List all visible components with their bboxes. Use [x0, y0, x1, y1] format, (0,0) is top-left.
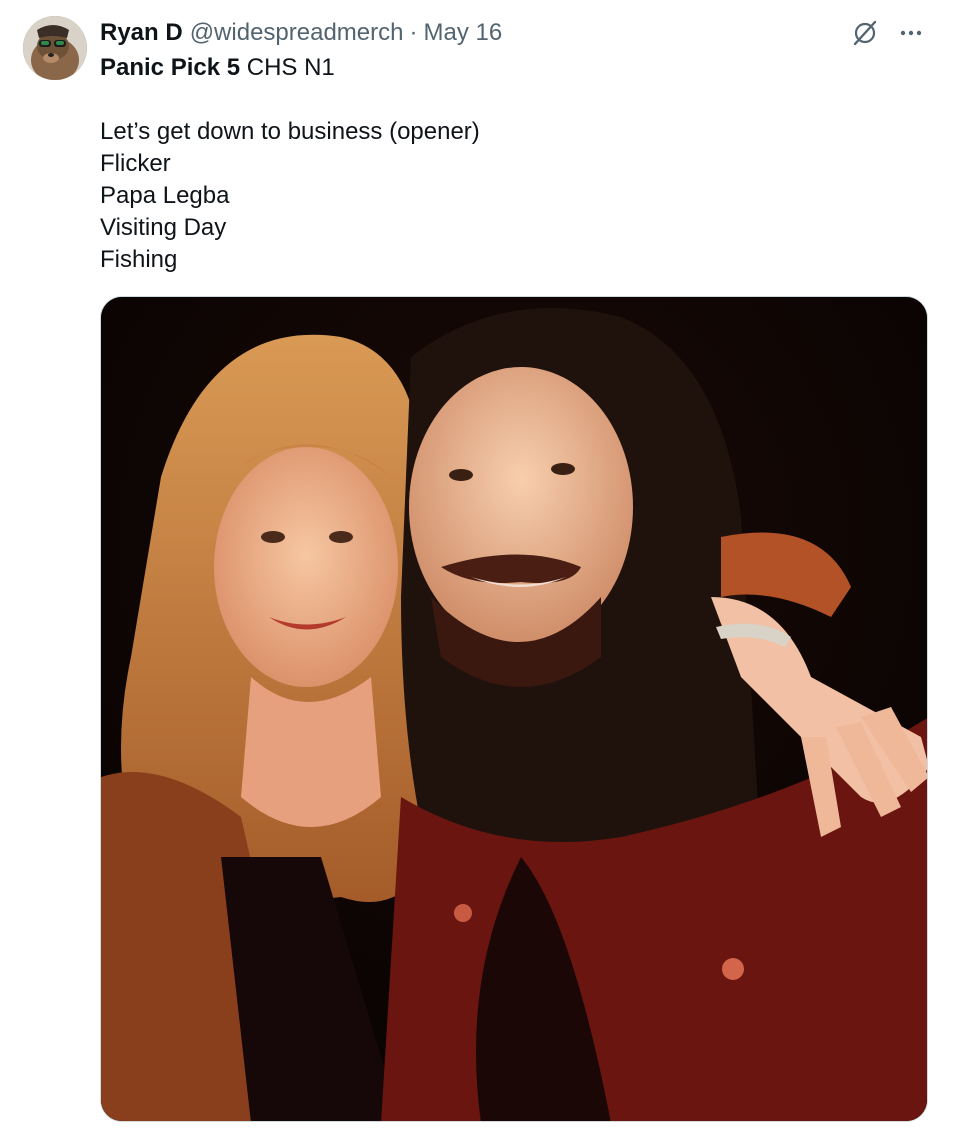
tweet-text: Panic Pick 5 CHS N1 Let’s get down to bu… — [100, 52, 920, 276]
tweet-date[interactable]: May 16 — [423, 18, 502, 48]
photo-image — [101, 297, 927, 1121]
tweet-header: Ryan D @widespreadmerch · May 16 — [100, 18, 502, 48]
setlist-line: Let’s get down to business (opener) — [100, 118, 480, 145]
tweet-title-line: Panic Pick 5 CHS N1 — [100, 52, 920, 84]
separator-dot: · — [409, 19, 418, 46]
tweet-title-bold: Panic Pick 5 — [100, 54, 241, 81]
more-options-icon[interactable] — [896, 18, 926, 48]
tweet-title-rest: CHS N1 — [240, 54, 335, 81]
author-handle[interactable]: @widespreadmerch — [190, 18, 404, 48]
tweet-photo[interactable] — [100, 296, 928, 1122]
avatar-image — [23, 16, 87, 80]
author-name[interactable]: Ryan D — [100, 18, 183, 48]
tweet-actions-top — [850, 18, 926, 48]
author-avatar[interactable] — [23, 16, 87, 80]
setlist-line: Fishing — [100, 246, 178, 273]
setlist-line: Visiting Day — [100, 214, 227, 241]
grok-icon[interactable] — [850, 18, 880, 48]
setlist-line: Papa Legba — [100, 182, 230, 209]
tweet: Ryan D @widespreadmerch · May 16 Panic P… — [0, 0, 954, 1134]
setlist-line: Flicker — [100, 150, 171, 177]
